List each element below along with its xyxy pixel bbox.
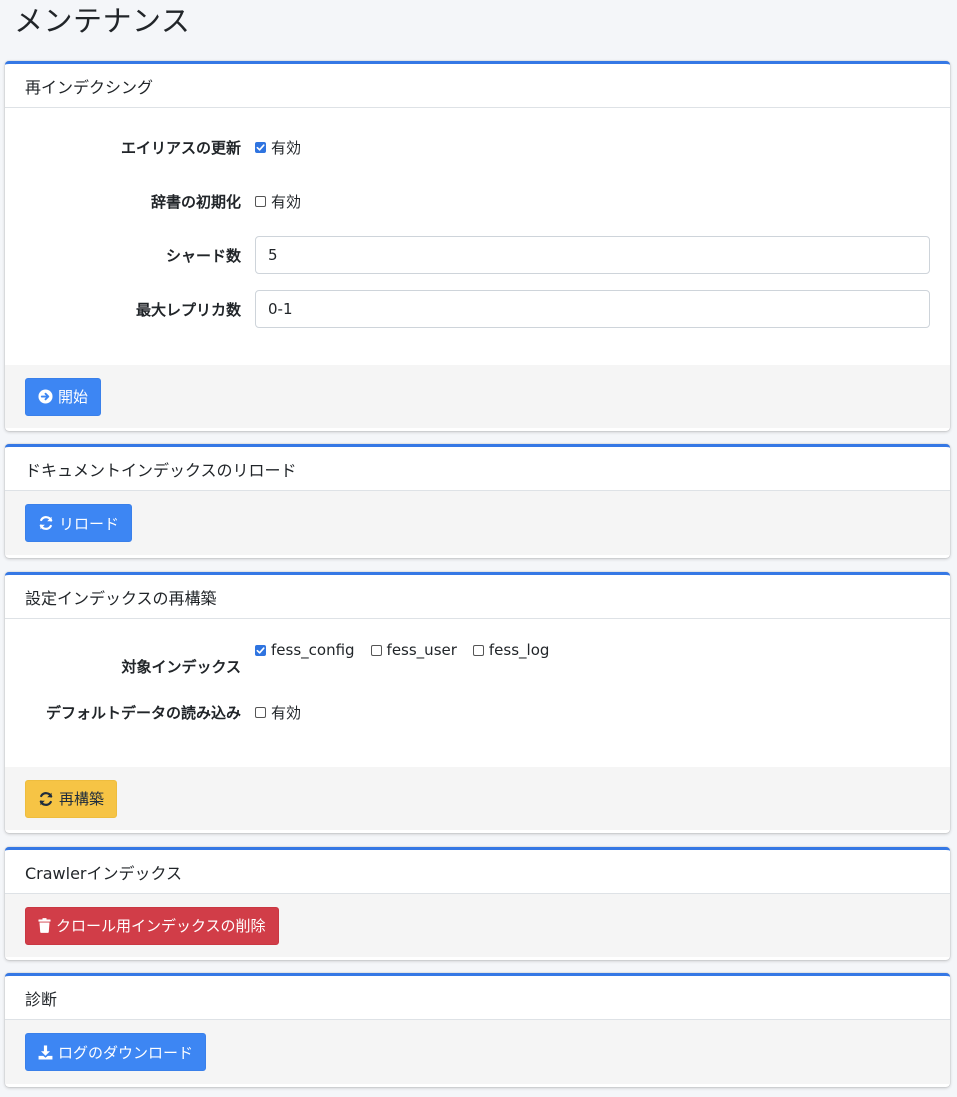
target-index-row: 対象インデックス fess_config fess_user fess_log — [5, 641, 950, 677]
crawler-card-footer: クロール用インデックスの削除 — [5, 894, 950, 957]
config-rebuild-card: 設定インデックスの再構築 対象インデックス fess_config fess_u… — [5, 572, 950, 833]
dict-label: 辞書の初期化 — [150, 192, 241, 211]
target-fess-log-text: fess_log — [488, 641, 550, 659]
default-data-control: 有効 — [255, 702, 317, 723]
crawler-card: Crawlerインデックス クロール用インデックスの削除 — [5, 847, 950, 960]
reindex-card-footer: 開始 — [5, 365, 950, 428]
download-log-button-label: ログのダウンロード — [58, 1043, 194, 1062]
alias-option-text: 有効 — [271, 138, 302, 157]
default-data-option-text: 有効 — [271, 703, 302, 722]
shards-input[interactable] — [255, 236, 930, 274]
download-log-button[interactable]: ログのダウンロード — [25, 1033, 207, 1071]
target-fess-config-checkbox[interactable]: fess_config — [255, 641, 355, 659]
reindex-card-body: エイリアスの更新 有効 辞書の初期化 有効 シャード数 5 最大レプリカ数 0-… — [5, 108, 950, 365]
sync-icon — [39, 791, 53, 806]
arrow-circle-right-icon — [38, 389, 53, 404]
target-fess-user-checkbox[interactable]: fess_user — [370, 641, 457, 659]
checkbox-unchecked-icon[interactable] — [255, 706, 266, 718]
dict-row: 辞書の初期化 有効 — [5, 190, 950, 212]
shards-label: シャード数 — [165, 246, 241, 265]
checkbox-unchecked-icon[interactable] — [255, 195, 266, 207]
reload-card-footer: リロード — [5, 491, 950, 555]
reload-button[interactable]: リロード — [25, 504, 133, 542]
replicas-label: 最大レプリカ数 — [135, 300, 241, 319]
target-index-control: fess_config fess_user fess_log — [255, 641, 565, 659]
config-rebuild-card-header: 設定インデックスの再構築 — [5, 575, 950, 619]
target-fess-log-checkbox[interactable]: fess_log — [472, 641, 550, 659]
alias-checkbox[interactable]: 有効 — [255, 137, 301, 158]
diagnosis-card-footer: ログのダウンロード — [5, 1020, 950, 1084]
reindex-card: 再インデクシング エイリアスの更新 有効 辞書の初期化 有効 シャード数 5 最… — [5, 61, 950, 431]
download-icon — [38, 1044, 53, 1059]
start-button[interactable]: 開始 — [25, 377, 102, 416]
reload-card-header: ドキュメントインデックスのリロード — [5, 447, 950, 491]
delete-crawler-index-button[interactable]: クロール用インデックスの削除 — [25, 906, 279, 945]
delete-crawler-index-button-label: クロール用インデックスの削除 — [56, 917, 266, 935]
config-rebuild-card-footer: 再構築 — [5, 767, 950, 830]
checkbox-checked-icon[interactable] — [255, 141, 266, 153]
rebuild-button[interactable]: 再構築 — [25, 779, 118, 818]
replicas-input[interactable] — [255, 290, 930, 328]
alias-row: エイリアスの更新 有効 — [5, 136, 950, 158]
default-data-checkbox[interactable]: 有効 — [255, 702, 301, 723]
shards-row: シャード数 — [5, 236, 950, 274]
dict-checkbox[interactable]: 有効 — [255, 191, 301, 212]
checkbox-checked-icon[interactable] — [255, 644, 266, 656]
sync-icon — [39, 516, 53, 530]
checkbox-unchecked-icon[interactable] — [472, 644, 484, 656]
target-fess-user-text: fess_user — [386, 641, 457, 659]
target-fess-config-text: fess_config — [271, 641, 355, 659]
crawler-card-header: Crawlerインデックス — [5, 850, 950, 894]
default-data-row: デフォルトデータの読み込み 有効 — [5, 701, 950, 723]
target-index-label: 対象インデックス — [121, 658, 241, 676]
dict-option-text: 有効 — [271, 192, 302, 211]
start-button-label: 開始 — [58, 388, 89, 406]
reload-card: ドキュメントインデックスのリロード リロード — [5, 444, 950, 558]
reload-button-label: リロード — [59, 514, 120, 533]
trash-icon — [38, 918, 51, 933]
replicas-row: 最大レプリカ数 — [5, 290, 950, 328]
reindex-card-header: 再インデクシング — [5, 64, 950, 108]
page-title: メンテナンス — [14, 4, 191, 38]
rebuild-button-label: 再構築 — [59, 790, 105, 808]
alias-control: 有効 — [255, 137, 317, 158]
alias-label: エイリアスの更新 — [120, 138, 241, 157]
config-rebuild-card-body: 対象インデックス fess_config fess_user fess_log — [5, 619, 950, 767]
default-data-label: デフォルトデータの読み込み — [45, 703, 241, 722]
diagnosis-card: 診断 ログのダウンロード — [5, 973, 950, 1087]
dict-control: 有効 — [255, 191, 317, 212]
checkbox-unchecked-icon[interactable] — [370, 644, 382, 656]
diagnosis-card-header: 診断 — [5, 976, 950, 1020]
